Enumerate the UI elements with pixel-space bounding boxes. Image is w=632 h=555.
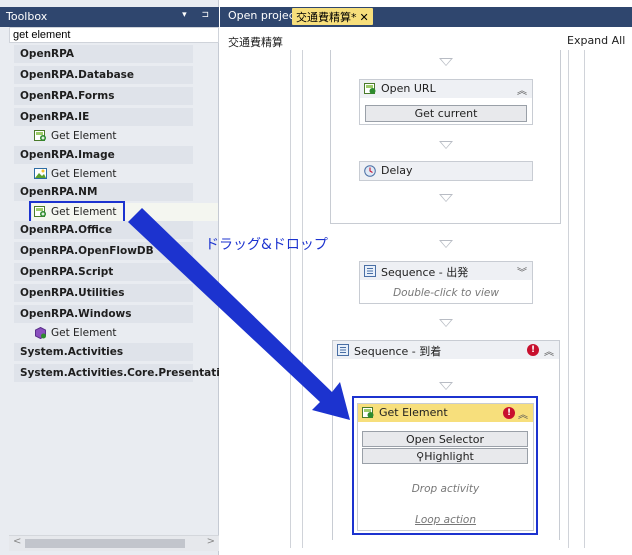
drag-drop-annotation: ドラッグ&ドロップ: [205, 237, 328, 253]
drag-arrow: [128, 208, 350, 420]
